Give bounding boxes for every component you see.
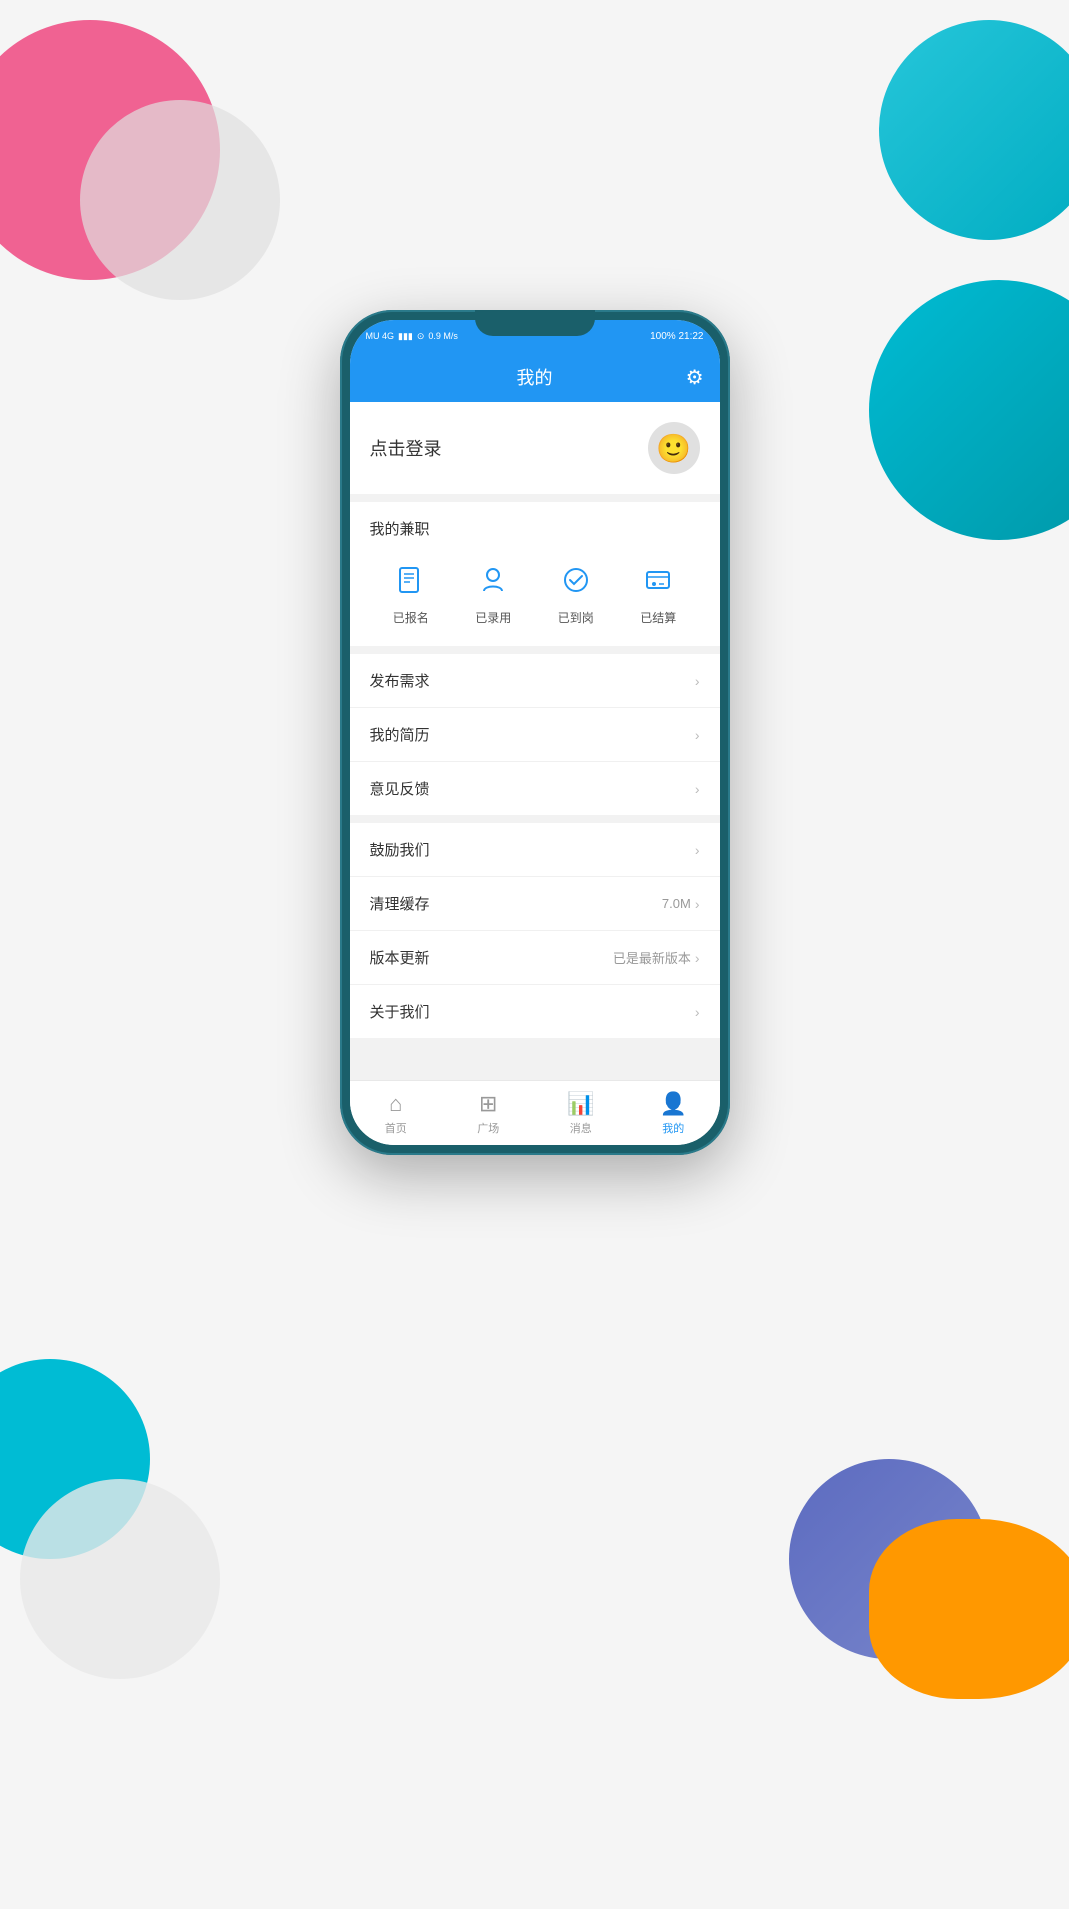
square-icon: ⊞ <box>479 1091 497 1117</box>
login-section[interactable]: 点击登录 🙂 <box>350 402 720 494</box>
message-icon: 📊 <box>567 1091 594 1117</box>
update-right: 已是最新版本 › <box>613 948 700 967</box>
nav-home[interactable]: ⌂ 首页 <box>350 1091 443 1136</box>
app-header: 我的 ⚙ <box>350 352 720 402</box>
hired-icon-wrap <box>470 557 516 603</box>
settings-icon[interactable]: ⚙ <box>686 365 704 390</box>
menu-item-about[interactable]: 关于我们 › <box>350 985 720 1038</box>
resume-text: 我的简历 <box>370 724 430 745</box>
hired-icon <box>478 565 508 595</box>
mine-label: 我的 <box>662 1120 684 1136</box>
registered-icon <box>396 565 426 595</box>
message-label: 消息 <box>570 1120 592 1136</box>
nav-message[interactable]: 📊 消息 <box>535 1091 628 1136</box>
status-bar-right: 100% 21:22 <box>650 331 703 342</box>
update-chevron: › <box>695 950 700 966</box>
bg-circle-orange-bottom <box>869 1519 1069 1699</box>
app-content: 点击登录 🙂 我的兼职 <box>350 402 720 1080</box>
publish-right: › <box>695 673 700 689</box>
parttime-item-settled[interactable]: 已结算 <box>635 557 681 626</box>
publish-chevron: › <box>695 673 700 689</box>
encourage-right: › <box>695 842 700 858</box>
parttime-title: 我的兼职 <box>370 518 700 539</box>
registered-label: 已报名 <box>393 609 429 626</box>
bg-circle-gray-bottom <box>20 1479 220 1679</box>
parttime-item-arrived[interactable]: 已到岗 <box>553 557 599 626</box>
bottom-nav: ⌂ 首页 ⊞ 广场 📊 消息 👤 我的 <box>350 1080 720 1145</box>
settled-label: 已结算 <box>640 609 676 626</box>
cache-chevron: › <box>695 896 700 912</box>
parttime-item-hired[interactable]: 已录用 <box>470 557 516 626</box>
menu-item-update[interactable]: 版本更新 已是最新版本 › <box>350 931 720 985</box>
update-text: 版本更新 <box>370 947 430 968</box>
feedback-chevron: › <box>695 781 700 797</box>
update-status: 已是最新版本 <box>613 948 691 967</box>
bg-circle-cyan-left <box>0 1359 150 1559</box>
settled-icon-wrap <box>635 557 681 603</box>
bg-circle-teal-top <box>879 20 1069 240</box>
avatar-icon: 🙂 <box>656 432 691 465</box>
arrived-icon-wrap <box>553 557 599 603</box>
login-text: 点击登录 <box>370 435 442 461</box>
encourage-text: 鼓励我们 <box>370 839 430 860</box>
header-title: 我的 <box>517 364 553 390</box>
parttime-icons-row: 已报名 已录用 <box>370 553 700 630</box>
phone-screen: MU 4G ▮▮▮ ⊙ 0.9 M/s 100% 21:22 我的 ⚙ 点击登录 <box>350 320 720 1145</box>
nav-mine[interactable]: 👤 我的 <box>627 1091 720 1136</box>
menu-item-feedback[interactable]: 意见反馈 › <box>350 762 720 815</box>
home-icon: ⌂ <box>389 1091 402 1117</box>
menu-item-resume[interactable]: 我的简历 › <box>350 708 720 762</box>
carrier-text: MU 4G <box>366 331 395 341</box>
phone-frame: MU 4G ▮▮▮ ⊙ 0.9 M/s 100% 21:22 我的 ⚙ 点击登录 <box>340 310 730 1155</box>
cache-text: 清理缓存 <box>370 893 430 914</box>
publish-text: 发布需求 <box>370 670 430 691</box>
wifi-icon: ⊙ <box>417 331 425 342</box>
menu-item-cache[interactable]: 清理缓存 7.0M › <box>350 877 720 931</box>
cache-size: 7.0M <box>662 896 691 911</box>
square-label: 广场 <box>477 1120 499 1136</box>
parttime-section: 我的兼职 已报名 <box>350 502 720 646</box>
about-chevron: › <box>695 1004 700 1020</box>
hired-label: 已录用 <box>475 609 511 626</box>
mine-icon: 👤 <box>660 1091 687 1117</box>
phone-mockup: MU 4G ▮▮▮ ⊙ 0.9 M/s 100% 21:22 我的 ⚙ 点击登录 <box>340 310 730 1155</box>
speed-text: 0.9 M/s <box>428 331 458 341</box>
about-right: › <box>695 1004 700 1020</box>
bg-circle-teal-right <box>869 280 1069 540</box>
avatar: 🙂 <box>648 422 700 474</box>
nav-square[interactable]: ⊞ 广场 <box>442 1091 535 1136</box>
menu-section-2: 鼓励我们 › 清理缓存 7.0M › 版本更新 <box>350 823 720 1038</box>
home-label: 首页 <box>385 1120 407 1136</box>
feedback-text: 意见反馈 <box>370 778 430 799</box>
arrived-icon <box>561 565 591 595</box>
phone-notch <box>475 320 595 336</box>
menu-item-encourage[interactable]: 鼓励我们 › <box>350 823 720 877</box>
registered-icon-wrap <box>388 557 434 603</box>
bg-circle-gray <box>80 100 280 300</box>
menu-section: 发布需求 › 我的简历 › 意见反馈 › <box>350 654 720 815</box>
bg-circle-blue-bottom <box>789 1459 989 1659</box>
status-bar-left: MU 4G ▮▮▮ ⊙ 0.9 M/s <box>366 331 458 342</box>
menu-item-publish[interactable]: 发布需求 › <box>350 654 720 708</box>
resume-chevron: › <box>695 727 700 743</box>
settled-icon <box>643 565 673 595</box>
cache-right: 7.0M › <box>662 896 700 912</box>
resume-right: › <box>695 727 700 743</box>
feedback-right: › <box>695 781 700 797</box>
encourage-chevron: › <box>695 842 700 858</box>
signal-bars: ▮▮▮ <box>398 331 413 342</box>
bg-circle-pink <box>0 20 220 280</box>
arrived-label: 已到岗 <box>558 609 594 626</box>
parttime-item-registered[interactable]: 已报名 <box>388 557 434 626</box>
about-text: 关于我们 <box>370 1001 430 1022</box>
